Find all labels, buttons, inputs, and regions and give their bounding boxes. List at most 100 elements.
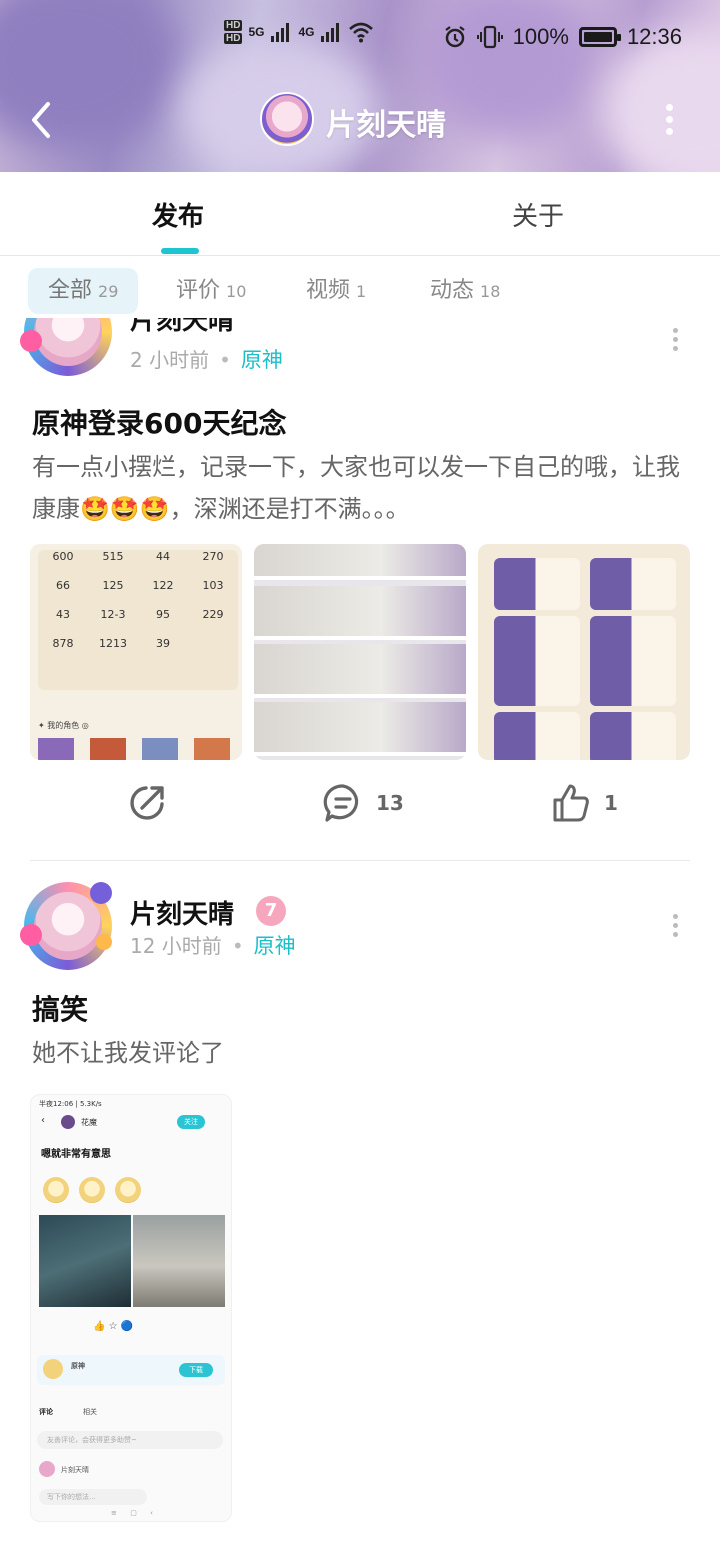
nested-app-name: 原神	[71, 1362, 85, 1370]
thumbs-up-icon	[553, 784, 589, 822]
nested-status-bar: 半夜12:06 | 5.3K/s	[39, 1100, 102, 1108]
post-more-icon[interactable]	[670, 914, 680, 940]
filter-label: 视频	[306, 278, 351, 303]
stat-label	[188, 592, 238, 600]
nested-image	[39, 1215, 131, 1307]
stat-value: 39	[156, 637, 170, 650]
post-image[interactable]	[478, 544, 690, 760]
game-tag[interactable]: 原神	[254, 934, 296, 958]
wifi-icon	[349, 22, 374, 43]
stat-cell: 43	[38, 608, 88, 629]
profile-header: HD HD 5G 4G 100% 12:36 片刻天晴	[0, 0, 720, 172]
post-body: 她不让我发评论了	[32, 1039, 224, 1067]
signal-icon	[271, 23, 290, 42]
stat-value: 878	[52, 637, 74, 650]
share-icon	[130, 786, 164, 820]
nested-emoji	[43, 1177, 69, 1203]
clock: 12:36	[626, 24, 682, 49]
post-meta: 12 小时前 • 原神	[130, 934, 296, 958]
stat-label	[188, 621, 238, 629]
stat-cell: 125	[88, 579, 138, 600]
comment-count: 13	[376, 791, 404, 815]
stat-value: 43	[56, 608, 70, 621]
filter-count: 29	[98, 282, 119, 301]
filter-count: 18	[480, 282, 501, 301]
system-indicators: 100% 12:36	[443, 24, 682, 50]
tab-about[interactable]: 关于	[512, 196, 564, 233]
stat-value: 229	[202, 608, 224, 621]
nested-related-tab: 相关	[83, 1408, 97, 1416]
stat-cell: 515	[88, 550, 138, 571]
nested-emoji	[115, 1177, 141, 1203]
share-button[interactable]	[126, 782, 168, 824]
signal-icon	[321, 23, 340, 42]
stat-cell: 878	[38, 637, 88, 658]
post-image[interactable]: 600 515 44 270 66 125 122 103 43 12-3 95 229 878 1213…	[30, 544, 242, 760]
nested-post-title: 嗯就非常有意思	[41, 1149, 111, 1160]
filter-videos[interactable]: 视频 1	[286, 268, 386, 314]
stat-cell: 270	[188, 550, 238, 571]
stat-value: 270	[202, 550, 224, 563]
battery-percentage: 100%	[512, 24, 569, 49]
stat-label	[88, 592, 138, 600]
author-avatar[interactable]	[20, 318, 116, 380]
nested-back-icon: ‹	[41, 1115, 45, 1126]
post-time: 2 小时前	[130, 348, 210, 372]
stat-label	[138, 592, 188, 600]
tab-indicator	[161, 248, 199, 254]
stat-cell: 1213	[88, 637, 138, 658]
post-time: 12 小时前	[130, 934, 222, 958]
network-indicators: HD HD 5G 4G	[224, 20, 374, 44]
nested-input: 写下你的想法...	[39, 1489, 147, 1505]
post-image[interactable]	[254, 544, 466, 760]
stat-cell: 95	[138, 608, 188, 629]
author-name[interactable]: 片刻天晴	[130, 894, 234, 931]
post-title: 原神登录600天纪念	[32, 407, 287, 440]
stat-label	[38, 650, 88, 658]
comment-button[interactable]: 13	[322, 782, 404, 824]
author-name[interactable]: 片刻天晴	[130, 318, 234, 337]
post-image-gallery: 600 515 44 270 66 125 122 103 43 12-3 95 229 878 1213…	[30, 544, 690, 760]
page-title: 片刻天晴	[326, 108, 446, 143]
stats-grid: 600 515 44 270 66 125 122 103 43 12-3 95 229 878 1213…	[38, 550, 238, 658]
nested-username: 花魔	[81, 1118, 97, 1127]
more-options-icon[interactable]	[660, 104, 678, 135]
stat-label	[88, 650, 138, 658]
stat-cell: 103	[188, 579, 238, 600]
filter-count: 1	[356, 282, 367, 301]
post-actions: 13 1	[0, 782, 720, 842]
avatar[interactable]	[260, 92, 314, 146]
nested-download-button: 下载	[179, 1363, 213, 1377]
post-divider	[30, 860, 690, 861]
nested-avatar	[61, 1115, 75, 1129]
stat-cell: 12-3	[88, 608, 138, 629]
filter-moments[interactable]: 动态 18	[410, 268, 520, 314]
stat-label	[38, 621, 88, 629]
nested-commenter-avatar	[39, 1461, 55, 1477]
back-arrow-icon[interactable]	[26, 98, 58, 142]
author-avatar[interactable]	[20, 878, 116, 974]
stat-label	[138, 650, 188, 658]
stat-label	[138, 621, 188, 629]
tab-publish[interactable]: 发布	[152, 196, 204, 233]
stat-label	[38, 563, 88, 571]
network-type: 5G	[248, 25, 265, 39]
stat-cell: 39	[138, 637, 188, 658]
stat-cell: 229	[188, 608, 238, 629]
filter-reviews[interactable]: 评价 10	[156, 268, 266, 314]
post-image-screenshot[interactable]: 半夜12:06 | 5.3K/s ‹ 花魔 关注 嗯就非常有意思 👍 ☆ 🔵 原…	[30, 1094, 232, 1522]
nested-comment-hint: 友善评论，会获得更多助赞~	[37, 1431, 223, 1449]
nested-follow-button: 关注	[177, 1115, 205, 1129]
game-tag[interactable]: 原神	[241, 348, 283, 372]
like-count: 1	[604, 791, 618, 815]
hd-indicator: HD	[224, 33, 243, 44]
post-more-icon[interactable]	[670, 328, 680, 354]
stat-value: 1213	[99, 637, 127, 650]
like-button[interactable]: 1	[550, 782, 618, 824]
battery-icon	[578, 27, 621, 47]
nested-commenter-name: 片刻天晴	[61, 1466, 89, 1474]
filter-all[interactable]: 全部 29	[28, 268, 139, 314]
stat-cell: 600	[38, 550, 88, 571]
level-badge: 7	[256, 896, 286, 926]
stat-label	[88, 563, 138, 571]
